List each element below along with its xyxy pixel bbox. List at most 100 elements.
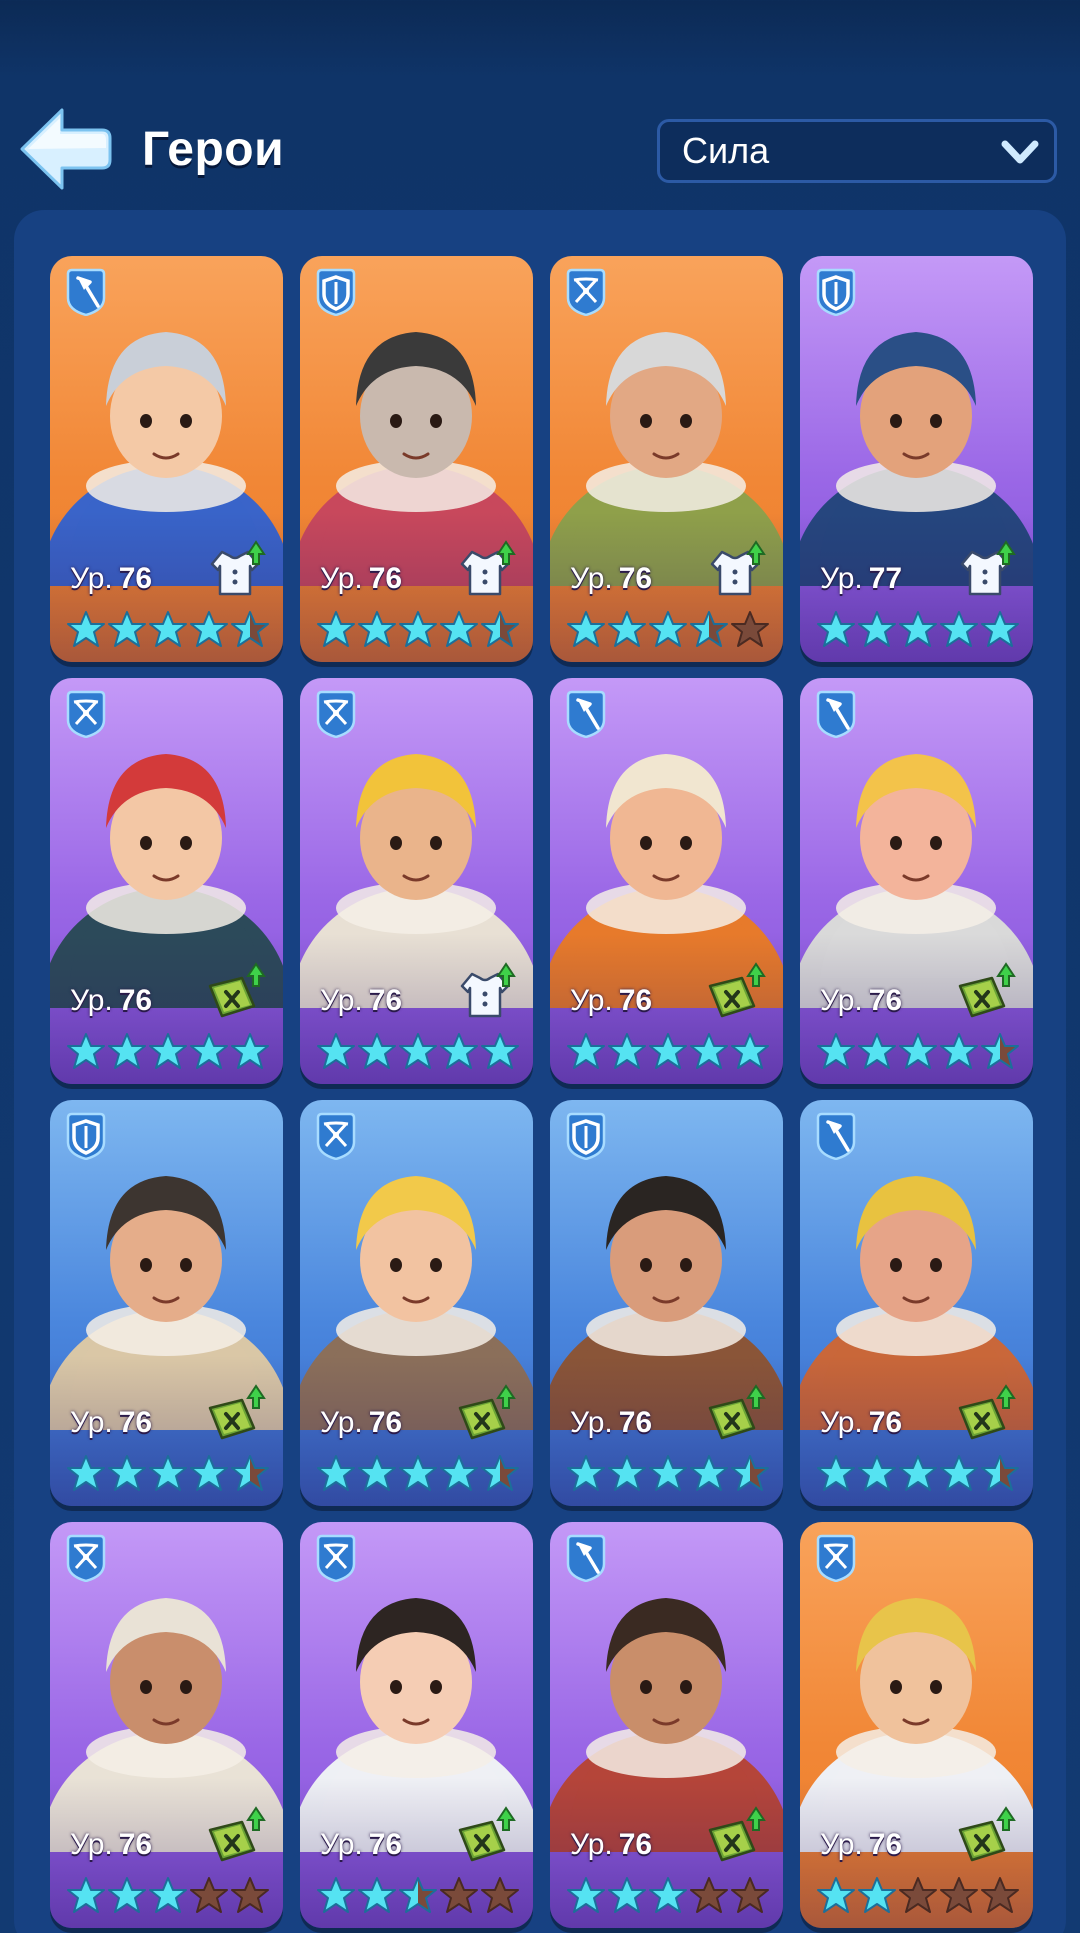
level-value: 76	[618, 562, 653, 595]
star-empty-icon	[689, 1876, 729, 1916]
hero-level: Ур. 76	[820, 1406, 902, 1440]
hero-card[interactable]: Ур. 76	[550, 678, 783, 1084]
star-filled-icon	[357, 610, 397, 650]
hero-card[interactable]: Ур. 76	[50, 678, 283, 1084]
sort-dropdown[interactable]: Сила	[657, 119, 1057, 183]
star-empty-icon	[189, 1876, 229, 1916]
crossbow-icon	[64, 690, 108, 739]
hero-card[interactable]: Ур. 76	[550, 256, 783, 662]
star-filled-icon	[107, 610, 147, 650]
manual-upgrade-icon[interactable]	[202, 956, 268, 1022]
back-button[interactable]	[14, 104, 114, 194]
manual-upgrade-icon[interactable]	[952, 1800, 1018, 1866]
star-filled-icon	[689, 1032, 729, 1072]
manual-upgrade-icon[interactable]	[702, 956, 768, 1022]
hero-card[interactable]: Ур. 76	[50, 1100, 283, 1506]
manual-upgrade-icon[interactable]	[952, 1378, 1018, 1444]
star-filled-icon	[857, 1454, 897, 1494]
hero-card[interactable]: Ур. 77	[800, 256, 1033, 662]
outfit-upgrade-icon[interactable]	[952, 534, 1018, 600]
spear-icon	[564, 1534, 608, 1583]
star-filled-icon	[107, 1454, 147, 1494]
hero-card[interactable]: Ур. 76	[300, 1522, 533, 1928]
star-rating	[66, 610, 270, 650]
level-value: 76	[618, 984, 653, 1017]
crossbow-icon	[64, 1534, 108, 1583]
star-filled-icon	[816, 610, 856, 650]
manual-upgrade-icon[interactable]	[702, 1378, 768, 1444]
star-half-icon	[980, 1454, 1020, 1494]
hero-card[interactable]: Ур. 76	[50, 1522, 283, 1928]
star-filled-icon	[730, 1032, 770, 1072]
level-value: 76	[368, 562, 403, 595]
star-rating	[566, 1876, 770, 1916]
star-filled-icon	[607, 1454, 647, 1494]
hero-level: Ур. 76	[320, 984, 402, 1018]
star-filled-icon	[148, 1876, 188, 1916]
shield-icon	[564, 1112, 608, 1161]
manual-upgrade-icon[interactable]	[702, 1800, 768, 1866]
outfit-upgrade-icon[interactable]	[452, 956, 518, 1022]
outfit-upgrade-icon[interactable]	[702, 534, 768, 600]
level-value: 76	[868, 1406, 903, 1439]
star-filled-icon	[566, 1876, 606, 1916]
level-value: 76	[368, 1406, 403, 1439]
hero-card[interactable]: Ур. 76	[300, 1100, 533, 1506]
star-filled-icon	[107, 1032, 147, 1072]
spear-icon	[814, 1112, 858, 1161]
hero-level: Ур. 76	[70, 984, 152, 1018]
star-filled-icon	[439, 1454, 479, 1494]
shield-icon	[314, 268, 358, 317]
hero-card[interactable]: Ур. 76	[800, 678, 1033, 1084]
star-filled-icon	[66, 1876, 106, 1916]
manual-upgrade-icon[interactable]	[452, 1378, 518, 1444]
spear-icon	[814, 690, 858, 739]
manual-upgrade-icon[interactable]	[952, 956, 1018, 1022]
shield-icon	[814, 268, 858, 317]
star-filled-icon	[898, 610, 938, 650]
crossbow-icon	[314, 1112, 358, 1161]
star-filled-icon	[980, 610, 1020, 650]
star-filled-icon	[439, 610, 479, 650]
level-value: 77	[868, 562, 903, 595]
outfit-upgrade-icon[interactable]	[202, 534, 268, 600]
level-value: 76	[618, 1406, 653, 1439]
star-half-icon	[980, 1032, 1020, 1072]
star-filled-icon	[857, 1032, 897, 1072]
level-prefix: Ур.	[320, 984, 363, 1017]
star-filled-icon	[566, 1454, 606, 1494]
hero-card[interactable]: Ур. 76	[300, 256, 533, 662]
manual-upgrade-icon[interactable]	[202, 1378, 268, 1444]
star-filled-icon	[857, 1876, 897, 1916]
star-filled-icon	[357, 1876, 397, 1916]
star-filled-icon	[316, 1032, 356, 1072]
star-filled-icon	[189, 610, 229, 650]
header-bar: Герои Сила	[0, 92, 1080, 212]
star-filled-icon	[148, 610, 188, 650]
star-filled-icon	[648, 610, 688, 650]
star-half-icon	[730, 1454, 770, 1494]
sort-selected-label: Сила	[682, 130, 770, 171]
level-prefix: Ур.	[70, 562, 113, 595]
level-prefix: Ур.	[820, 984, 863, 1017]
hero-card[interactable]: Ур. 76	[800, 1100, 1033, 1506]
star-filled-icon	[648, 1454, 688, 1494]
spear-icon	[564, 690, 608, 739]
chevron-down-icon	[1001, 140, 1039, 164]
hero-card[interactable]: Ур. 76	[550, 1100, 783, 1506]
hero-card[interactable]: Ур. 76	[800, 1522, 1033, 1928]
manual-upgrade-icon[interactable]	[452, 1800, 518, 1866]
hero-level: Ур. 76	[570, 1406, 652, 1440]
hero-card[interactable]: Ур. 76	[550, 1522, 783, 1928]
level-prefix: Ур.	[70, 1406, 113, 1439]
level-prefix: Ур.	[570, 984, 613, 1017]
star-empty-icon	[980, 1876, 1020, 1916]
outfit-upgrade-icon[interactable]	[452, 534, 518, 600]
manual-upgrade-icon[interactable]	[202, 1800, 268, 1866]
hero-card[interactable]: Ур. 76	[50, 256, 283, 662]
level-prefix: Ур.	[320, 1406, 363, 1439]
star-rating	[566, 1032, 770, 1072]
hero-card[interactable]: Ур. 76	[300, 678, 533, 1084]
level-prefix: Ур.	[820, 562, 863, 595]
star-rating	[316, 1876, 520, 1916]
